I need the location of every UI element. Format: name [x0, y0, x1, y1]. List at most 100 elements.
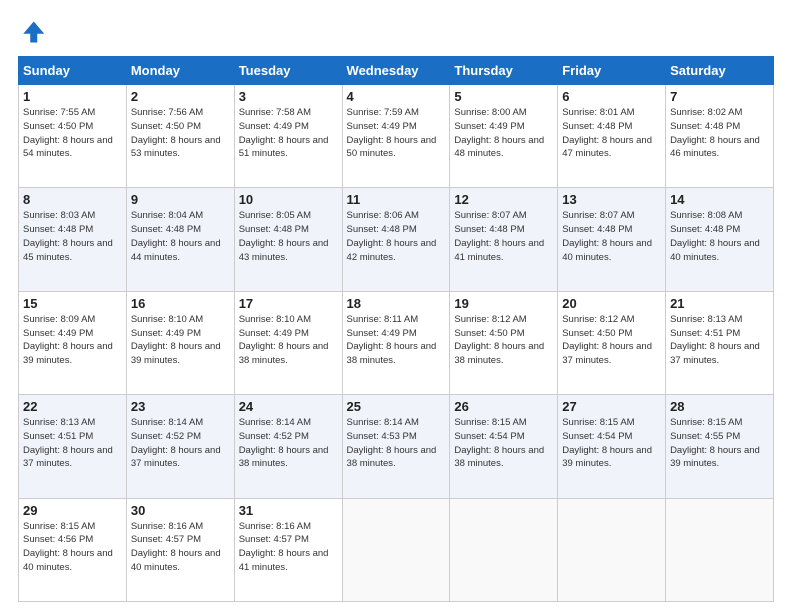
day-number: 17	[239, 296, 338, 311]
weekday-header-thursday: Thursday	[450, 57, 558, 85]
day-number: 5	[454, 89, 553, 104]
cell-info: Sunrise: 8:02 AMSunset: 4:48 PMDaylight:…	[670, 106, 769, 161]
calendar-cell: 3 Sunrise: 7:58 AMSunset: 4:49 PMDayligh…	[234, 85, 342, 188]
cell-info: Sunrise: 8:10 AMSunset: 4:49 PMDaylight:…	[131, 313, 230, 368]
calendar-cell: 30 Sunrise: 8:16 AMSunset: 4:57 PMDaylig…	[126, 498, 234, 601]
cell-info: Sunrise: 8:15 AMSunset: 4:55 PMDaylight:…	[670, 416, 769, 471]
weekday-header-saturday: Saturday	[666, 57, 774, 85]
calendar-week-5: 29 Sunrise: 8:15 AMSunset: 4:56 PMDaylig…	[19, 498, 774, 601]
calendar-cell: 4 Sunrise: 7:59 AMSunset: 4:49 PMDayligh…	[342, 85, 450, 188]
calendar-week-2: 8 Sunrise: 8:03 AMSunset: 4:48 PMDayligh…	[19, 188, 774, 291]
calendar-cell: 15 Sunrise: 8:09 AMSunset: 4:49 PMDaylig…	[19, 291, 127, 394]
cell-info: Sunrise: 8:07 AMSunset: 4:48 PMDaylight:…	[454, 209, 553, 264]
cell-info: Sunrise: 8:15 AMSunset: 4:54 PMDaylight:…	[562, 416, 661, 471]
calendar-cell: 19 Sunrise: 8:12 AMSunset: 4:50 PMDaylig…	[450, 291, 558, 394]
cell-info: Sunrise: 8:12 AMSunset: 4:50 PMDaylight:…	[562, 313, 661, 368]
calendar-cell: 18 Sunrise: 8:11 AMSunset: 4:49 PMDaylig…	[342, 291, 450, 394]
calendar-cell: 13 Sunrise: 8:07 AMSunset: 4:48 PMDaylig…	[558, 188, 666, 291]
cell-info: Sunrise: 8:15 AMSunset: 4:56 PMDaylight:…	[23, 520, 122, 575]
logo-icon	[18, 18, 46, 46]
cell-info: Sunrise: 7:59 AMSunset: 4:49 PMDaylight:…	[347, 106, 446, 161]
calendar-cell: 16 Sunrise: 8:10 AMSunset: 4:49 PMDaylig…	[126, 291, 234, 394]
cell-info: Sunrise: 8:12 AMSunset: 4:50 PMDaylight:…	[454, 313, 553, 368]
cell-info: Sunrise: 8:07 AMSunset: 4:48 PMDaylight:…	[562, 209, 661, 264]
calendar-cell: 6 Sunrise: 8:01 AMSunset: 4:48 PMDayligh…	[558, 85, 666, 188]
day-number: 2	[131, 89, 230, 104]
cell-info: Sunrise: 8:00 AMSunset: 4:49 PMDaylight:…	[454, 106, 553, 161]
calendar-cell: 21 Sunrise: 8:13 AMSunset: 4:51 PMDaylig…	[666, 291, 774, 394]
calendar-cell	[342, 498, 450, 601]
day-number: 14	[670, 192, 769, 207]
calendar-cell	[558, 498, 666, 601]
weekday-header-monday: Monday	[126, 57, 234, 85]
calendar-cell	[666, 498, 774, 601]
calendar-cell: 5 Sunrise: 8:00 AMSunset: 4:49 PMDayligh…	[450, 85, 558, 188]
day-number: 20	[562, 296, 661, 311]
day-number: 16	[131, 296, 230, 311]
day-number: 21	[670, 296, 769, 311]
calendar-cell	[450, 498, 558, 601]
cell-info: Sunrise: 8:14 AMSunset: 4:52 PMDaylight:…	[239, 416, 338, 471]
cell-info: Sunrise: 8:06 AMSunset: 4:48 PMDaylight:…	[347, 209, 446, 264]
page: SundayMondayTuesdayWednesdayThursdayFrid…	[0, 0, 792, 612]
day-number: 22	[23, 399, 122, 414]
calendar-cell: 28 Sunrise: 8:15 AMSunset: 4:55 PMDaylig…	[666, 395, 774, 498]
day-number: 25	[347, 399, 446, 414]
header	[18, 18, 774, 46]
calendar-cell: 12 Sunrise: 8:07 AMSunset: 4:48 PMDaylig…	[450, 188, 558, 291]
weekday-header-wednesday: Wednesday	[342, 57, 450, 85]
calendar-cell: 31 Sunrise: 8:16 AMSunset: 4:57 PMDaylig…	[234, 498, 342, 601]
day-number: 3	[239, 89, 338, 104]
day-number: 12	[454, 192, 553, 207]
day-number: 6	[562, 89, 661, 104]
weekday-header-friday: Friday	[558, 57, 666, 85]
cell-info: Sunrise: 8:16 AMSunset: 4:57 PMDaylight:…	[239, 520, 338, 575]
day-number: 28	[670, 399, 769, 414]
day-number: 7	[670, 89, 769, 104]
calendar-cell: 23 Sunrise: 8:14 AMSunset: 4:52 PMDaylig…	[126, 395, 234, 498]
day-number: 9	[131, 192, 230, 207]
day-number: 23	[131, 399, 230, 414]
calendar-cell: 8 Sunrise: 8:03 AMSunset: 4:48 PMDayligh…	[19, 188, 127, 291]
cell-info: Sunrise: 7:55 AMSunset: 4:50 PMDaylight:…	[23, 106, 122, 161]
calendar-cell: 17 Sunrise: 8:10 AMSunset: 4:49 PMDaylig…	[234, 291, 342, 394]
calendar-week-3: 15 Sunrise: 8:09 AMSunset: 4:49 PMDaylig…	[19, 291, 774, 394]
calendar-cell: 2 Sunrise: 7:56 AMSunset: 4:50 PMDayligh…	[126, 85, 234, 188]
weekday-header-tuesday: Tuesday	[234, 57, 342, 85]
cell-info: Sunrise: 8:13 AMSunset: 4:51 PMDaylight:…	[670, 313, 769, 368]
day-number: 4	[347, 89, 446, 104]
cell-info: Sunrise: 8:03 AMSunset: 4:48 PMDaylight:…	[23, 209, 122, 264]
day-number: 11	[347, 192, 446, 207]
day-number: 27	[562, 399, 661, 414]
calendar-cell: 9 Sunrise: 8:04 AMSunset: 4:48 PMDayligh…	[126, 188, 234, 291]
calendar-cell: 11 Sunrise: 8:06 AMSunset: 4:48 PMDaylig…	[342, 188, 450, 291]
day-number: 29	[23, 503, 122, 518]
day-number: 1	[23, 89, 122, 104]
weekday-header-sunday: Sunday	[19, 57, 127, 85]
calendar-cell: 24 Sunrise: 8:14 AMSunset: 4:52 PMDaylig…	[234, 395, 342, 498]
day-number: 26	[454, 399, 553, 414]
cell-info: Sunrise: 8:16 AMSunset: 4:57 PMDaylight:…	[131, 520, 230, 575]
day-number: 18	[347, 296, 446, 311]
calendar-cell: 26 Sunrise: 8:15 AMSunset: 4:54 PMDaylig…	[450, 395, 558, 498]
cell-info: Sunrise: 8:11 AMSunset: 4:49 PMDaylight:…	[347, 313, 446, 368]
day-number: 13	[562, 192, 661, 207]
cell-info: Sunrise: 7:58 AMSunset: 4:49 PMDaylight:…	[239, 106, 338, 161]
calendar-cell: 25 Sunrise: 8:14 AMSunset: 4:53 PMDaylig…	[342, 395, 450, 498]
cell-info: Sunrise: 8:13 AMSunset: 4:51 PMDaylight:…	[23, 416, 122, 471]
logo	[18, 18, 50, 46]
calendar-cell: 10 Sunrise: 8:05 AMSunset: 4:48 PMDaylig…	[234, 188, 342, 291]
cell-info: Sunrise: 8:01 AMSunset: 4:48 PMDaylight:…	[562, 106, 661, 161]
day-number: 15	[23, 296, 122, 311]
cell-info: Sunrise: 8:08 AMSunset: 4:48 PMDaylight:…	[670, 209, 769, 264]
calendar-cell: 27 Sunrise: 8:15 AMSunset: 4:54 PMDaylig…	[558, 395, 666, 498]
cell-info: Sunrise: 8:10 AMSunset: 4:49 PMDaylight:…	[239, 313, 338, 368]
day-number: 31	[239, 503, 338, 518]
cell-info: Sunrise: 8:04 AMSunset: 4:48 PMDaylight:…	[131, 209, 230, 264]
cell-info: Sunrise: 8:05 AMSunset: 4:48 PMDaylight:…	[239, 209, 338, 264]
cell-info: Sunrise: 8:15 AMSunset: 4:54 PMDaylight:…	[454, 416, 553, 471]
cell-info: Sunrise: 8:14 AMSunset: 4:52 PMDaylight:…	[131, 416, 230, 471]
day-number: 8	[23, 192, 122, 207]
calendar-table: SundayMondayTuesdayWednesdayThursdayFrid…	[18, 56, 774, 602]
calendar-cell: 20 Sunrise: 8:12 AMSunset: 4:50 PMDaylig…	[558, 291, 666, 394]
